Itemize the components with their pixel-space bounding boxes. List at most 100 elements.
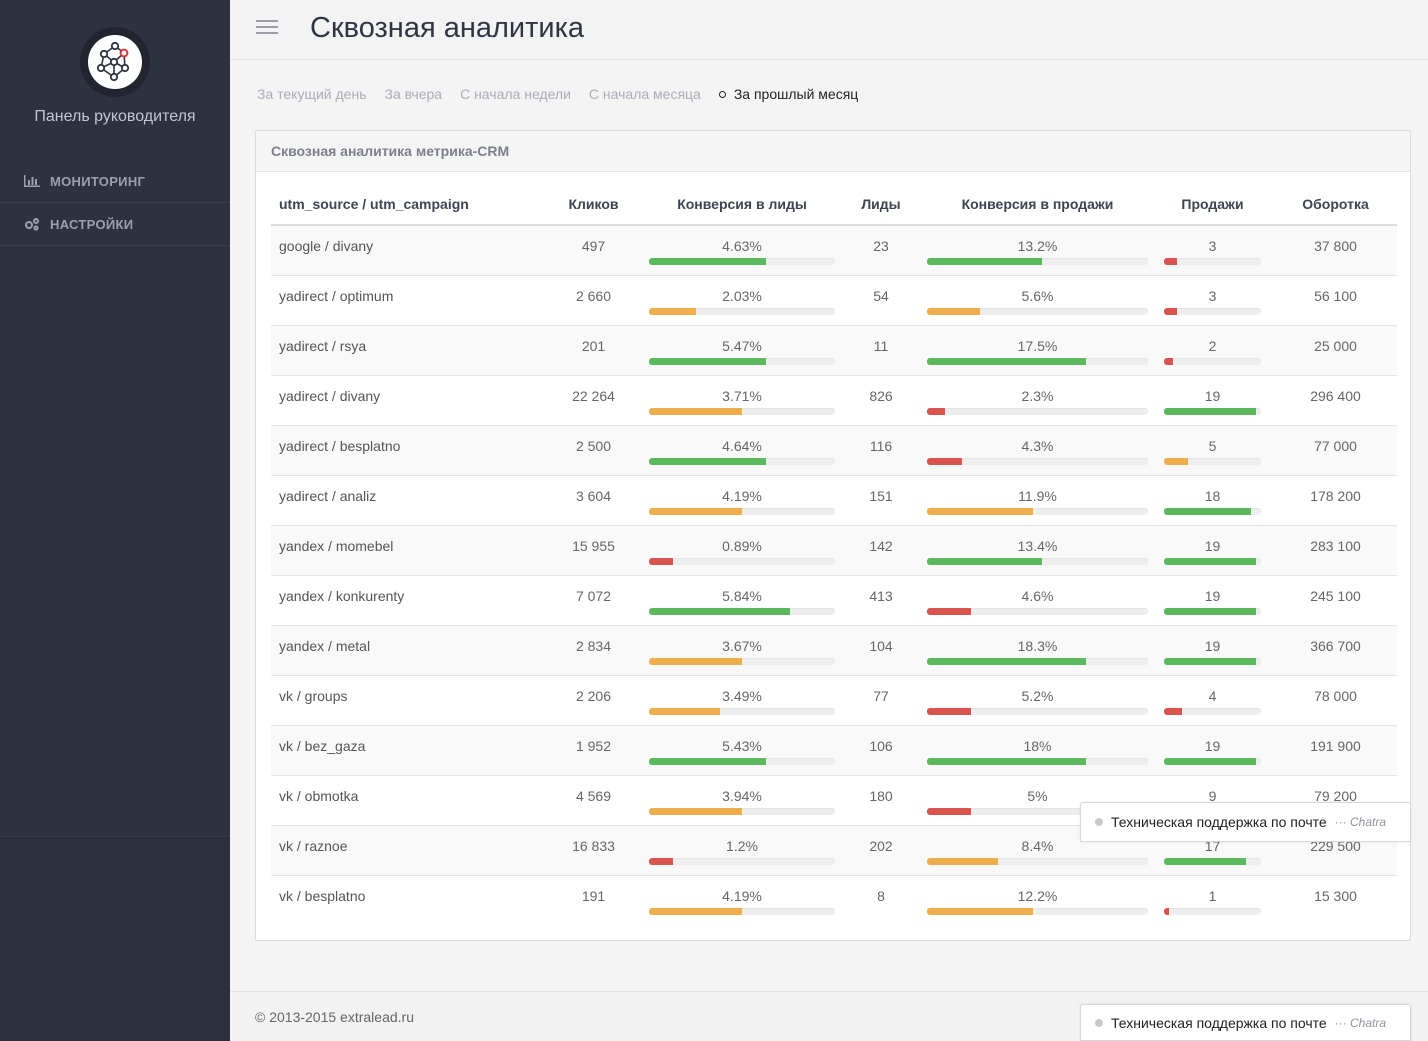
table-row: yadirect / analiz 3 604 4.19% 151 11.9% 18 178… (271, 475, 1397, 526)
cell-clicks: 16 833 (541, 825, 646, 876)
bar-chart-icon (24, 174, 42, 188)
cell-source: vk / raznoe (271, 825, 541, 876)
filter-last-month[interactable]: За прошлый месяц (719, 86, 858, 102)
progress-bar (927, 707, 1148, 715)
cell-conv-sales: 4.6% (924, 575, 1151, 626)
cell-sales: 19 (1151, 575, 1274, 626)
cell-value: 3 604 (575, 487, 612, 504)
cell-value: 1 (1208, 887, 1217, 904)
progress-bar (649, 407, 835, 415)
cell-turnover: 37 800 (1274, 225, 1397, 276)
cell-value: 16 833 (572, 837, 615, 854)
cell-turnover: 283 100 (1274, 525, 1397, 576)
cell-value: 1.2% (726, 837, 758, 854)
network-logo-icon (88, 35, 142, 89)
cell-source: yandex / metal (271, 625, 541, 676)
cell-value: vk / raznoe (279, 837, 348, 854)
cell-value: 12.2% (1017, 887, 1058, 904)
progress-bar (649, 707, 835, 715)
progress-fill (1164, 407, 1257, 415)
column-header: Конверсия в лиды (646, 184, 838, 226)
cell-conv-leads: 4.64% (646, 425, 838, 476)
menu-toggle-icon[interactable] (256, 20, 278, 38)
sidebar-item-monitoring[interactable]: МОНИТОРИНГ (0, 160, 230, 203)
filter-week[interactable]: С начала недели (460, 86, 571, 102)
cell-value: 25 000 (1314, 337, 1357, 354)
progress-bar (649, 657, 835, 665)
progress-bar (1164, 607, 1261, 615)
cell-value: 3 (1208, 287, 1217, 304)
progress-bar (649, 607, 835, 615)
cell-turnover: 25 000 (1274, 325, 1397, 376)
cell-value: 283 100 (1310, 537, 1361, 554)
cell-value: 77 000 (1314, 437, 1357, 454)
filter-yesterday[interactable]: За вчера (384, 86, 442, 102)
cell-value: 19 (1204, 537, 1221, 554)
cell-value: 19 (1204, 587, 1221, 604)
filter-month[interactable]: С начала месяца (589, 86, 701, 102)
cell-value: 22 264 (572, 387, 615, 404)
progress-fill (649, 407, 742, 415)
cell-turnover: 77 000 (1274, 425, 1397, 476)
cell-value: 116 (869, 437, 893, 454)
cell-value: 2 (1208, 337, 1217, 354)
progress-bar (1164, 757, 1261, 765)
page-title: Сквозная аналитика (310, 12, 585, 44)
cell-value: 3.71% (722, 387, 762, 404)
cell-value: vk / obmotka (279, 787, 359, 804)
chat-label: Техническая поддержка по почте (1111, 814, 1327, 830)
cell-value: 5.2% (1021, 687, 1054, 704)
cell-clicks: 3 604 (541, 475, 646, 526)
column-header: Кликов (541, 184, 646, 226)
logo[interactable] (80, 27, 150, 97)
progress-bar (1164, 507, 1261, 515)
progress-fill (927, 507, 1034, 515)
cell-turnover: 56 100 (1274, 275, 1397, 326)
progress-fill (649, 357, 767, 365)
period-filters: За текущий день За вчера С начала недели… (257, 86, 876, 102)
progress-fill (1164, 557, 1257, 565)
cell-leads: 826 (838, 375, 924, 426)
cell-sales: 18 (1151, 475, 1274, 526)
column-header: Оборотка (1274, 184, 1397, 226)
cell-value: 497 (581, 238, 606, 254)
table-row: vk / besplatno 191 4.19% 8 12.2% 1 15 300 (271, 875, 1397, 925)
cell-leads: 413 (838, 575, 924, 626)
support-chat-widget[interactable]: Техническая поддержка по почте ··· Chatr… (1080, 802, 1411, 842)
progress-fill (1164, 607, 1257, 615)
cell-value: 4 569 (575, 787, 612, 804)
cell-value: 4.64% (722, 437, 762, 454)
progress-bar (649, 258, 835, 265)
filter-today[interactable]: За текущий день (257, 86, 366, 102)
progress-fill (927, 357, 1087, 365)
status-dot-icon (1095, 818, 1103, 826)
cell-value: 18.3% (1017, 637, 1058, 654)
cell-conv-leads: 1.2% (646, 825, 838, 876)
progress-fill (1164, 457, 1189, 465)
cell-sales: 4 (1151, 675, 1274, 726)
progress-bar (649, 457, 835, 465)
progress-bar (927, 357, 1148, 365)
progress-fill (649, 258, 767, 265)
cell-value: 4.19% (722, 887, 762, 904)
cell-value: 78 000 (1314, 687, 1357, 704)
progress-fill (649, 657, 742, 665)
sidebar-item-settings[interactable]: НАСТРОЙКИ (0, 203, 230, 246)
cell-leads: 180 (838, 775, 924, 826)
column-header: Лиды (838, 184, 924, 226)
cell-leads: 202 (838, 825, 924, 876)
progress-bar (1164, 307, 1261, 315)
cell-leads: 23 (838, 225, 924, 276)
copyright-text: © 2013-2015 extralead.ru (255, 1009, 414, 1025)
progress-fill (649, 557, 674, 565)
cell-value: 56 100 (1314, 287, 1357, 304)
cell-value: 4.63% (722, 238, 762, 254)
cell-turnover: 15 300 (1274, 875, 1397, 925)
cell-leads: 151 (838, 475, 924, 526)
cell-conv-leads: 5.84% (646, 575, 838, 626)
top-header: Сквозная аналитика (230, 0, 1428, 60)
cell-clicks: 15 955 (541, 525, 646, 576)
cell-value: 11.9% (1018, 487, 1057, 504)
cell-leads: 106 (838, 725, 924, 776)
support-chat-widget-bottom[interactable]: Техническая поддержка по почте ··· Chatr… (1080, 1004, 1411, 1041)
